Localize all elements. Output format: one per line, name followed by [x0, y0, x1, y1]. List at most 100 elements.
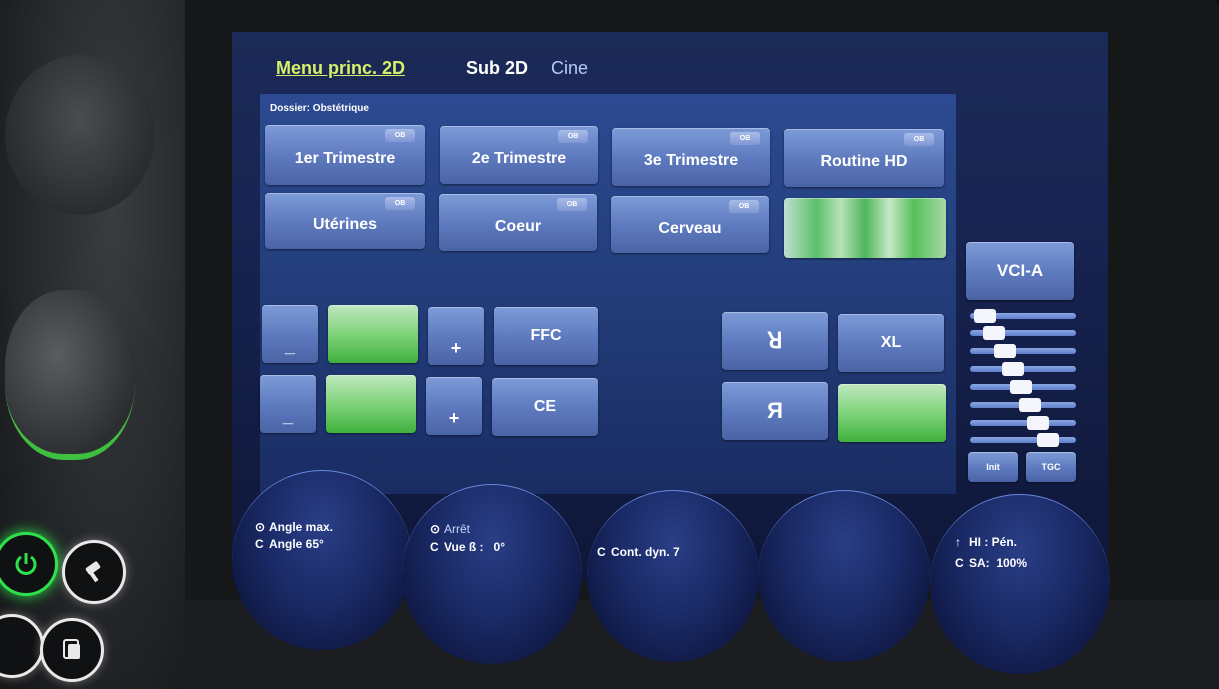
tgc-label: TGC [1041, 462, 1061, 472]
dial-text: Angle 65° [269, 537, 324, 551]
flip-vertical-button[interactable]: Я [722, 382, 828, 440]
preset-coeur[interactable]: OB Coeur [439, 194, 597, 251]
dial-text: Cont. dyn. 7 [611, 545, 680, 559]
decrease-button-1[interactable]: _ [262, 305, 318, 363]
dial-dynamic-range-line2: C Cont. dyn. 7 [597, 545, 680, 559]
probe-icon [85, 561, 101, 583]
dial-vue-line2: C Vue ß : 0° [430, 540, 505, 554]
rotate-icon: C [255, 537, 264, 551]
tgc-slider-thumb[interactable] [1010, 380, 1032, 394]
radio-icon: ⊙ [255, 520, 266, 534]
value-display-2[interactable] [326, 375, 416, 433]
ob-badge: OB [385, 129, 415, 142]
tgc-slider[interactable] [970, 398, 1076, 412]
dial-text: HI : Pén. [969, 535, 1018, 549]
tgc-init-button[interactable]: Init [968, 452, 1018, 482]
dial-sa-line2: C SA: 100% [955, 556, 1027, 570]
ob-badge: OB [558, 130, 588, 143]
dial-text: Angle max. [269, 520, 334, 534]
value-display-1[interactable] [328, 305, 418, 363]
folder-label: Dossier: Obstétrique [270, 103, 369, 114]
tgc-slider[interactable] [970, 344, 1076, 358]
power-icon [15, 553, 37, 575]
minus-label: _ [284, 335, 295, 356]
tgc-slider[interactable] [970, 309, 1076, 323]
report-icon [63, 639, 80, 659]
preset-cerveau[interactable]: OB Cerveau [611, 196, 769, 253]
preset-label: Cerveau [658, 219, 722, 237]
console-left-panel [0, 0, 185, 689]
ffc-button[interactable]: FFC [494, 307, 598, 365]
tgc-slider-thumb[interactable] [1019, 398, 1041, 412]
ob-badge: OB [385, 197, 415, 210]
preset-label: 3e Trimestre [643, 152, 739, 169]
probe-holder [5, 55, 155, 215]
tab-sub-2d[interactable]: Sub 2D [466, 58, 528, 79]
tab-cine[interactable]: Cine [551, 58, 588, 79]
tgc-slider-thumb[interactable] [1027, 416, 1049, 430]
dial-angle[interactable] [232, 470, 412, 650]
preset-label: 2e Trimestre [471, 150, 567, 167]
rotate-icon: C [430, 540, 439, 554]
ffc-label: FFC [530, 327, 562, 344]
flip-horizontal-button[interactable]: ꓤ [722, 312, 828, 370]
flip-horizontal-icon: ꓤ [767, 328, 783, 353]
dial-empty[interactable] [758, 490, 930, 662]
dial-text: SA: 100% [969, 556, 1028, 570]
dial-hi-sa[interactable] [930, 494, 1110, 674]
preset-2e-trimestre[interactable]: OB 2e Trimestre [440, 126, 598, 184]
vci-a-label: VCI-A [996, 261, 1044, 280]
probe-button[interactable] [62, 540, 126, 604]
tgc-slider[interactable] [970, 433, 1076, 447]
preset-label: Utérines [312, 216, 378, 233]
power-button[interactable] [0, 532, 58, 596]
tab-menu-principal-2d[interactable]: Menu princ. 2D [276, 58, 405, 79]
preset-1er-trimestre[interactable]: OB 1er Trimestre [265, 125, 425, 185]
preset-active-green[interactable] [784, 198, 946, 258]
ob-badge: OB [557, 198, 587, 211]
dial-angle-line2: C Angle 65° [255, 537, 324, 551]
tgc-slider[interactable] [970, 380, 1076, 394]
minus-label: _ [282, 405, 293, 426]
tgc-slider-thumb[interactable] [994, 344, 1016, 358]
preset-label: 1er Trimestre [294, 150, 396, 167]
dial-text: Vue ß : 0° [444, 540, 506, 554]
dial-hi-line1: ↑ HI : Pén. [955, 535, 1017, 549]
decrease-button-2[interactable]: _ [260, 375, 316, 433]
ce-label: CE [533, 398, 557, 415]
increase-button-2[interactable]: + [426, 377, 482, 435]
tgc-menu-button[interactable]: TGC [1026, 452, 1076, 482]
dial-text: Arrêt [444, 522, 471, 536]
ob-badge: OB [729, 200, 759, 213]
increase-button-1[interactable]: + [428, 307, 484, 365]
active-mode-button[interactable] [838, 384, 946, 442]
preset-uterines[interactable]: OB Utérines [265, 193, 425, 249]
tgc-slider[interactable] [970, 362, 1076, 376]
ce-button[interactable]: CE [492, 378, 598, 436]
report-button[interactable] [40, 618, 104, 682]
preset-3e-trimestre[interactable]: OB 3e Trimestre [612, 128, 770, 186]
trackball-knob[interactable] [5, 290, 135, 460]
radio-icon: ⊙ [430, 522, 441, 536]
tgc-slider[interactable] [970, 326, 1076, 340]
preset-panel: Dossier: Obstétrique OB 1er Trimestre OB… [260, 94, 956, 494]
rotate-icon: C [955, 556, 964, 570]
side-button[interactable] [0, 614, 44, 678]
tgc-slider[interactable] [970, 416, 1076, 430]
xl-button[interactable]: XL [838, 314, 944, 372]
preset-routine-hd[interactable]: OB Routine HD [784, 129, 944, 187]
tgc-slider-thumb[interactable] [983, 326, 1005, 340]
dial-vue[interactable] [402, 484, 582, 664]
dial-dynamic-range[interactable] [587, 490, 759, 662]
ob-badge: OB [904, 133, 934, 146]
tgc-slider-thumb[interactable] [974, 309, 996, 323]
xl-label: XL [880, 334, 902, 351]
tgc-slider-thumb[interactable] [1037, 433, 1059, 447]
tgc-slider-thumb[interactable] [1002, 362, 1024, 376]
plus-label: + [448, 407, 460, 428]
vci-a-button[interactable]: VCI-A [966, 242, 1074, 300]
arrow-up-icon: ↑ [955, 535, 961, 549]
dial-angle-line1: ⊙ Angle max. [255, 520, 333, 534]
preset-label: Routine HD [820, 153, 908, 170]
preset-label: Coeur [494, 217, 542, 235]
